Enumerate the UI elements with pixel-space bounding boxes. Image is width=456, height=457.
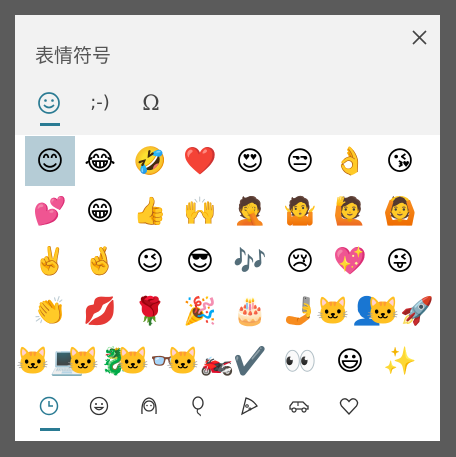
emoji-cell[interactable]: 😍 — [225, 136, 275, 186]
emoji-cell[interactable]: 🙆 — [375, 186, 425, 236]
emoji-glyph: ✨ — [383, 345, 417, 377]
emoji-glyph: 😂 — [84, 145, 116, 177]
active-tab-indicator — [40, 123, 60, 126]
emoji-cell[interactable]: 🤞 — [75, 236, 125, 286]
emoji-cell[interactable]: 🐱‍🏍 — [166, 336, 233, 386]
emoji-cell[interactable]: 👌 — [325, 136, 375, 186]
emoji-glyph: 👏 — [33, 295, 67, 327]
emoji-glyph: 🤳 — [283, 295, 317, 327]
panel-header: 表情符号 ;-) Ω — [15, 15, 440, 135]
category-food[interactable] — [234, 393, 264, 419]
emoji-glyph: 😉 — [135, 245, 165, 277]
emoji-cell[interactable]: 🎉 — [175, 286, 225, 336]
category-celebration[interactable] — [184, 393, 214, 419]
emoji-cell[interactable]: 😃 — [325, 336, 375, 386]
tab-symbols[interactable]: Ω — [134, 89, 168, 117]
category-symbols[interactable] — [334, 393, 364, 419]
emoji-cell[interactable]: 🙋 — [325, 186, 375, 236]
heart-icon — [339, 398, 359, 415]
emoji-glyph: ✔️ — [233, 345, 267, 377]
smiley-tab-icon — [38, 92, 60, 114]
emoji-glyph: 😍 — [235, 145, 265, 177]
emoji-glyph: 😊 — [35, 145, 65, 177]
emoji-cell[interactable]: 😢 — [275, 236, 325, 286]
emoji-glyph: 🙆 — [383, 195, 417, 227]
close-icon — [412, 30, 427, 45]
emoji-glyph: 😜 — [385, 245, 415, 277]
emoji-glyph: 🐱‍🏍 — [166, 345, 234, 377]
emoji-glyph: ❤️ — [183, 145, 217, 177]
emoji-cell[interactable]: 🤣 — [125, 136, 175, 186]
emoji-cell[interactable]: 😊 — [25, 136, 75, 186]
emoji-cell[interactable]: 😉 — [125, 236, 175, 286]
emoji-glyph: 👀 — [283, 345, 317, 377]
emoji-glyph: 🙋 — [333, 195, 367, 227]
emoji-cell[interactable]: 👀 — [275, 336, 325, 386]
panel-title: 表情符号 — [35, 45, 112, 67]
tab-kaomoji[interactable]: ;-) — [83, 89, 117, 117]
emoji-glyph: 🎶 — [233, 245, 267, 277]
emoji-cell[interactable]: 😘 — [375, 136, 425, 186]
emoji-glyph: 💋 — [83, 295, 117, 327]
emoji-glyph: 🤞 — [83, 245, 117, 277]
emoji-glyph: 😎 — [185, 245, 215, 277]
car-icon — [289, 401, 309, 413]
emoji-cell[interactable]: 💋 — [75, 286, 125, 336]
emoji-glyph: 🤦 — [233, 195, 267, 227]
emoji-glyph: 😒 — [285, 145, 315, 177]
category-travel[interactable] — [284, 393, 314, 419]
emoji-glyph: ✌️ — [33, 245, 67, 277]
clock-icon — [39, 396, 59, 416]
active-category-indicator — [40, 428, 60, 431]
tab-emoji[interactable] — [32, 89, 66, 117]
emoji-glyph: 🎉 — [183, 295, 217, 327]
emoji-cell[interactable]: 🙌 — [175, 186, 225, 236]
emoji-glyph: 😢 — [285, 245, 315, 277]
emoji-cell[interactable]: 🌹 — [125, 286, 175, 336]
close-button[interactable] — [407, 25, 433, 51]
emoji-panel: 表情符号 ;-) Ω 😊 😂 🤣 ❤️ 😍 😒 👌 😘 💕 😁 👍 🙌 🤦 🤷 🙋 🙆 ✌️ 🤞 😉 😎 🎶 😢 💖 😜 👏 💋 🌹… — [15, 15, 440, 441]
emoji-glyph: 🎂 — [233, 295, 267, 327]
emoji-cell[interactable]: 🎶 — [225, 236, 275, 286]
category-smileys[interactable] — [84, 393, 114, 419]
emoji-cell[interactable]: 👍 — [125, 186, 175, 236]
emoji-cell[interactable]: 😜 — [375, 236, 425, 286]
emoji-glyph: 😃 — [335, 345, 365, 377]
category-people[interactable] — [134, 393, 164, 419]
emoji-cell[interactable]: 😒 — [275, 136, 325, 186]
emoji-glyph: 🤷 — [283, 195, 317, 227]
emoji-glyph: 🙌 — [183, 195, 217, 227]
emoji-cell[interactable]: 😎 — [175, 236, 225, 286]
balloon-icon — [192, 396, 204, 417]
emoji-glyph: 😁 — [85, 195, 115, 227]
pizza-icon — [241, 397, 258, 416]
emoji-cell[interactable]: 🤦 — [225, 186, 275, 236]
emoji-glyph: 💖 — [333, 245, 367, 277]
emoji-cell[interactable]: 🤷 — [275, 186, 325, 236]
emoji-cell[interactable]: 💖 — [325, 236, 375, 286]
emoji-glyph: 😘 — [385, 145, 415, 177]
emoji-cell[interactable]: ✔️ — [225, 336, 275, 386]
emoji-cell[interactable]: ❤️ — [175, 136, 225, 186]
emoji-glyph: 💕 — [33, 195, 67, 227]
emoji-cell[interactable]: 😂 — [75, 136, 125, 186]
emoji-cell[interactable]: 👏 — [25, 286, 75, 336]
emoji-cell[interactable]: ✨ — [375, 336, 425, 386]
emoji-cell[interactable]: ✌️ — [25, 236, 75, 286]
emoji-glyph: 🐱‍🚀 — [366, 295, 434, 327]
emoji-cell[interactable]: 🐱‍🚀 — [366, 286, 433, 336]
emoji-glyph: 🌹 — [133, 295, 167, 327]
person-icon — [141, 397, 157, 415]
emoji-glyph: 👍 — [133, 195, 167, 227]
emoji-cell[interactable]: 🎂 — [225, 286, 275, 336]
emoji-glyph: 🤣 — [133, 145, 167, 177]
smiley-icon — [89, 396, 109, 416]
emoji-cell[interactable]: 💕 — [25, 186, 75, 236]
category-recent[interactable] — [34, 393, 64, 419]
emoji-cell[interactable]: 😁 — [75, 186, 125, 236]
emoji-glyph: 👌 — [333, 145, 367, 177]
